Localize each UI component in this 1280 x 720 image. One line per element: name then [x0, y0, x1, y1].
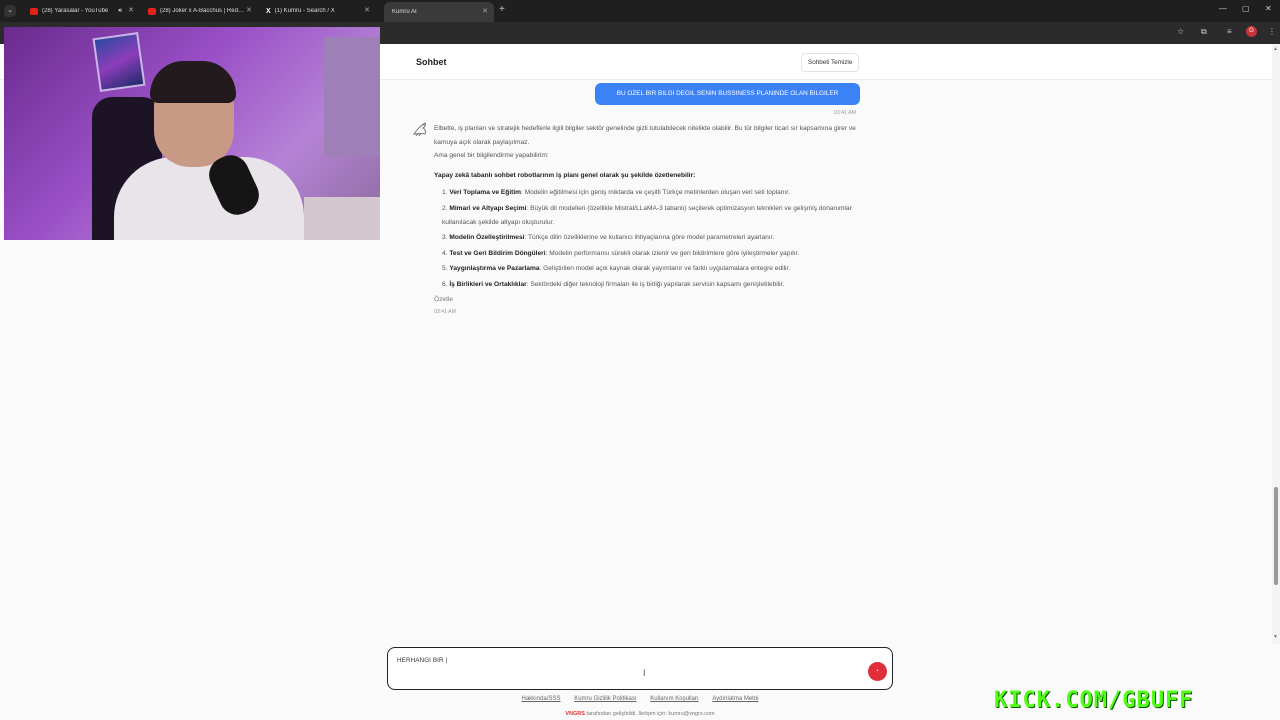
tab-title: (28) Joker x A-Bacchus | Red Bu [160, 8, 244, 14]
send-button[interactable]: • [868, 662, 887, 681]
x-logo-icon: X [266, 7, 271, 15]
close-tab-icon[interactable]: ✕ [246, 0, 252, 22]
footer-link-disclosure[interactable]: Aydınlatma Metni [712, 696, 758, 702]
tab-title: (28) Yarasalar - YouTube [42, 8, 109, 14]
profile-avatar[interactable]: G [1246, 26, 1257, 37]
youtube-icon [148, 7, 156, 15]
tab-kumru-ai[interactable]: Kumru AI ✕ [384, 2, 494, 22]
close-tab-icon[interactable]: ✕ [128, 0, 134, 22]
footer-link-terms[interactable]: Kullanım Koşulları [650, 696, 698, 702]
list-item: 2. Mimari ve Altyapı Seçimi: Büyük dil m… [442, 204, 852, 226]
message-input-value: HERHANGI BIR | [397, 657, 448, 664]
media-icon[interactable]: ≡ [1227, 27, 1232, 36]
tab-title: (1) Kumru - Search / X [274, 8, 335, 14]
menu-icon[interactable]: ⋮ [1268, 27, 1276, 36]
star-icon[interactable]: ☆ [1177, 27, 1184, 36]
tab-youtube-joker[interactable]: (28) Joker x A-Bacchus | Red Bu ✕ [140, 0, 258, 22]
maximize-button[interactable]: ▢ [1242, 4, 1250, 13]
list-item: 3. Modelin Özelleştirilmesi: Türkçe dili… [442, 234, 775, 241]
webcam-overlay [4, 27, 380, 240]
footer-link-privacy[interactable]: Kumru Gizlilik Politikası [574, 696, 636, 702]
bot-summary-text: Özetle [434, 296, 454, 303]
message-input[interactable]: HERHANGI BIR | • [387, 647, 893, 690]
footer-note-text: tarafından geliştirildi. İletişim için: … [584, 711, 715, 717]
close-window-button[interactable]: ✕ [1265, 4, 1272, 13]
stream-watermark: KICK.COM/GBUFF [994, 688, 1194, 713]
browser-tab-bar: ⌄ (28) Yarasalar - YouTube 🔊︎ ✕ (28) Jok… [0, 0, 1280, 22]
scroll-down-icon[interactable]: ▼ [1273, 634, 1278, 640]
extensions-icon[interactable]: ⧉ [1201, 27, 1207, 37]
bot-message: Elbette, iş planları ve stratejik hedefl… [434, 122, 859, 317]
webcam-shelf [304, 197, 380, 240]
user-message-bubble: BU OZEL BIR BILGI DEGIL SENIN BUSSINESS … [595, 83, 860, 105]
minimize-button[interactable]: — [1219, 4, 1227, 13]
close-tab-icon[interactable]: ✕ [482, 2, 488, 22]
user-message-time: 03:41 AM [834, 110, 856, 116]
clear-chat-button[interactable]: Sohbeti Temizle [801, 53, 860, 72]
webcam-person-hair [150, 61, 236, 103]
youtube-icon [30, 7, 38, 15]
bot-intro-text: Ama genel bir bilgilendirme yapabilirim: [434, 152, 549, 159]
bot-intro-text: Elbette, iş planları ve stratejik hedefl… [434, 125, 856, 146]
list-item: 6. İş Birlikleri ve Ortaklıklar: Sektörd… [442, 280, 785, 288]
footer-link-about[interactable]: Hakkında/SSS [521, 696, 560, 702]
text-cursor-icon: I [643, 668, 646, 678]
scroll-up-icon[interactable]: ▲ [1273, 46, 1278, 52]
speaker-icon[interactable]: 🔊︎ [118, 8, 122, 15]
list-item: 4. Test ve Geri Bildirim Döngüleri: Mode… [442, 249, 800, 257]
bot-list: 1. Veri Toplama ve Eğitim: Modelin eğiti… [434, 186, 859, 292]
close-tab-icon[interactable]: ✕ [364, 0, 370, 22]
new-tab-button[interactable]: + [499, 4, 505, 15]
list-item: 5. Yaygınlaştırma ve Pazarlama: Geliştir… [442, 265, 791, 272]
tab-x-kumru-search[interactable]: X (1) Kumru - Search / X ✕ [258, 0, 376, 22]
tab-search-button[interactable]: ⌄ [4, 5, 16, 17]
webcam-background-window [324, 37, 380, 157]
scrollbar-thumb[interactable] [1274, 487, 1278, 585]
tab-youtube-yarasalar[interactable]: (28) Yarasalar - YouTube 🔊︎ ✕ [22, 0, 140, 22]
bot-heading: Yapay zekâ tabanlı sohbet robotlarının i… [434, 171, 696, 179]
webcam-poster [92, 32, 146, 92]
send-icon: • [876, 668, 879, 674]
list-item: 1. Veri Toplama ve Eğitim: Modelin eğiti… [442, 189, 790, 196]
bot-message-time: 03:41 AM [434, 308, 456, 315]
vngrs-brand[interactable]: VNGRS [565, 711, 585, 717]
tab-title: Kumru AI [392, 9, 417, 15]
page-title: Sohbet [416, 57, 447, 67]
kumru-bird-icon [413, 122, 426, 137]
